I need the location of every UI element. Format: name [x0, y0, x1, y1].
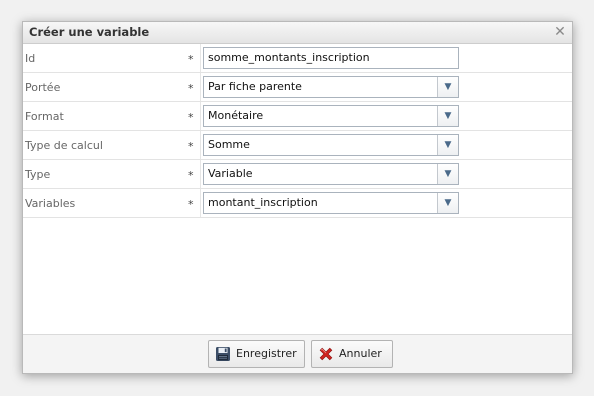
type-calcul-label: Type de calcul [25, 139, 103, 152]
format-select-value: Monétaire [208, 109, 264, 122]
red-x-icon [318, 346, 334, 362]
dialog-titlebar[interactable]: Créer une variable ✕ [23, 22, 572, 44]
form-row-type-calcul: Type de calcul * Somme ▼ [23, 131, 572, 160]
variables-label: Variables [25, 197, 76, 210]
row-divider [200, 189, 201, 217]
variables-select-value: montant_inscription [208, 196, 318, 209]
variable-form: Id * somme_montants_inscription Portée *… [23, 44, 572, 218]
chevron-down-icon[interactable]: ▼ [437, 106, 458, 126]
portee-select-value: Par fiche parente [208, 80, 302, 93]
form-row-id: Id * somme_montants_inscription [23, 44, 572, 73]
portee-select[interactable]: Par fiche parente ▼ [203, 76, 459, 98]
form-row-format: Format * Monétaire ▼ [23, 102, 572, 131]
type-label: Type [25, 168, 51, 181]
cancel-button-label: Annuler [339, 347, 382, 360]
variables-select[interactable]: montant_inscription ▼ [203, 192, 459, 214]
chevron-down-icon[interactable]: ▼ [437, 164, 458, 184]
required-marker: * [188, 169, 194, 182]
required-marker: * [188, 111, 194, 124]
format-label: Format [25, 110, 64, 123]
type-select-value: Variable [208, 167, 253, 180]
row-divider [200, 131, 201, 159]
required-marker: * [188, 140, 194, 153]
type-calcul-select-value: Somme [208, 138, 250, 151]
required-marker: * [188, 198, 194, 211]
chevron-down-icon[interactable]: ▼ [437, 135, 458, 155]
chevron-down-icon[interactable]: ▼ [437, 193, 458, 213]
close-icon[interactable]: ✕ [553, 22, 567, 43]
form-row-portee: Portée * Par fiche parente ▼ [23, 73, 572, 102]
form-row-variables: Variables * montant_inscription ▼ [23, 189, 572, 218]
type-calcul-select[interactable]: Somme ▼ [203, 134, 459, 156]
format-select[interactable]: Monétaire ▼ [203, 105, 459, 127]
type-select[interactable]: Variable ▼ [203, 163, 459, 185]
required-marker: * [188, 82, 194, 95]
dialog-footer: Enregistrer Annuler [23, 334, 572, 373]
row-divider [200, 102, 201, 130]
form-row-type: Type * Variable ▼ [23, 160, 572, 189]
portee-label: Portée [25, 81, 61, 94]
required-marker: * [188, 53, 194, 66]
chevron-down-icon[interactable]: ▼ [437, 77, 458, 97]
floppy-disk-icon [215, 346, 231, 362]
row-divider [200, 160, 201, 188]
dialog-title: Créer une variable [29, 25, 150, 39]
cancel-button[interactable]: Annuler [311, 340, 393, 368]
row-divider [200, 44, 201, 72]
id-input[interactable]: somme_montants_inscription [203, 47, 459, 69]
id-label: Id [25, 52, 36, 65]
save-button[interactable]: Enregistrer [208, 340, 305, 368]
create-variable-dialog: Créer une variable ✕ Id * somme_montants… [22, 21, 573, 374]
row-divider [200, 73, 201, 101]
save-button-label: Enregistrer [236, 347, 297, 360]
